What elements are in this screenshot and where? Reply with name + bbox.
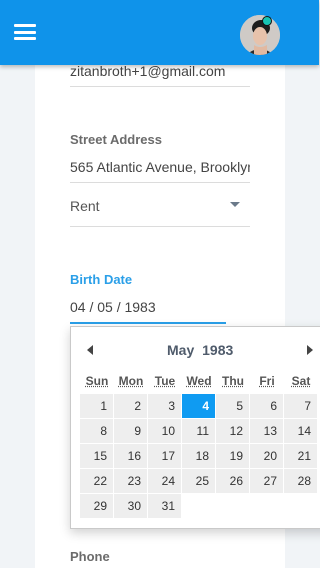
calendar-day-16[interactable]: 16 — [114, 444, 147, 468]
weekday-wed: Wed — [186, 374, 212, 388]
calendar-day-28[interactable]: 28 — [284, 469, 317, 493]
calendar-day-14[interactable]: 14 — [284, 419, 317, 443]
prev-month-icon[interactable] — [87, 345, 93, 355]
calendar-day-25[interactable]: 25 — [182, 469, 215, 493]
calendar-day-10[interactable]: 10 — [148, 419, 181, 443]
calendar-day-5[interactable]: 5 — [216, 394, 249, 418]
calendar-day-30[interactable]: 30 — [114, 494, 147, 518]
month-label: May — [167, 342, 195, 358]
calendar-day-18[interactable]: 18 — [182, 444, 215, 468]
date-picker: May 1983 Sun Mon Tue Wed Thu Fri Sat 123456789… — [70, 326, 320, 529]
calendar-day-13[interactable]: 13 — [250, 419, 283, 443]
calendar-day-21[interactable]: 21 — [284, 444, 317, 468]
month-year-title: May 1983 — [167, 342, 233, 358]
calendar-day-22[interactable]: 22 — [80, 469, 113, 493]
calendar-day-3[interactable]: 3 — [148, 394, 181, 418]
housing-underline — [70, 226, 250, 227]
birth-date-label: Birth Date — [70, 272, 133, 287]
weekday-mon: Mon — [118, 374, 144, 388]
weekday-sun: Sun — [85, 374, 109, 388]
calendar-day-9[interactable]: 9 — [114, 419, 147, 443]
housing-select[interactable]: Rent — [70, 198, 100, 214]
next-month-icon[interactable] — [307, 345, 313, 355]
chevron-down-icon[interactable] — [230, 202, 240, 207]
birth-date-field[interactable]: 04 / 05 / 1983 — [70, 299, 250, 315]
email-field[interactable]: zitanbroth+1@gmail.com — [70, 63, 250, 79]
calendar-day-11[interactable]: 11 — [182, 419, 215, 443]
calendar-day-23[interactable]: 23 — [114, 469, 147, 493]
avatar[interactable] — [240, 15, 280, 55]
birth-date-underline — [70, 322, 226, 324]
calendar-day-2[interactable]: 2 — [114, 394, 147, 418]
calendar-day-6[interactable]: 6 — [250, 394, 283, 418]
calendar-day-19[interactable]: 19 — [216, 444, 249, 468]
calendar-day-7[interactable]: 7 — [284, 394, 317, 418]
street-address-label: Street Address — [70, 132, 162, 147]
phone-label: Phone — [70, 549, 110, 564]
hamburger-menu-icon[interactable] — [14, 24, 36, 40]
app-bar — [0, 0, 319, 65]
weekday-fri: Fri — [259, 374, 275, 388]
calendar-day-17[interactable]: 17 — [148, 444, 181, 468]
calendar-day-31[interactable]: 31 — [148, 494, 181, 518]
weekday-sat: Sat — [291, 374, 311, 388]
calendar-grid: 1 2 3 4 5 6 7 8 9 10 11 12 13 14 15 16 17 18 19 20 21 22 23 24 2… — [80, 394, 320, 519]
weekday-tue: Tue — [154, 374, 176, 388]
street-address-field[interactable]: 565 Atlantic Avenue, Brooklyn — [70, 159, 250, 175]
calendar-day-4[interactable]: 4 — [182, 394, 215, 418]
email-underline — [70, 86, 250, 87]
street-address-underline — [70, 182, 250, 183]
calendar-day-12[interactable]: 12 — [216, 419, 249, 443]
calendar-day-29[interactable]: 29 — [80, 494, 113, 518]
calendar-day-27[interactable]: 27 — [250, 469, 283, 493]
year-label: 1983 — [202, 342, 234, 358]
calendar-day-1[interactable]: 1 — [80, 394, 113, 418]
avatar-photo — [240, 15, 280, 55]
online-status-icon — [262, 16, 272, 26]
calendar-day-24[interactable]: 24 — [148, 469, 181, 493]
calendar-day-26[interactable]: 26 — [216, 469, 249, 493]
calendar-day-8[interactable]: 8 — [80, 419, 113, 443]
weekday-thu: Thu — [222, 374, 244, 388]
calendar-day-15[interactable]: 15 — [80, 444, 113, 468]
calendar-day-20[interactable]: 20 — [250, 444, 283, 468]
